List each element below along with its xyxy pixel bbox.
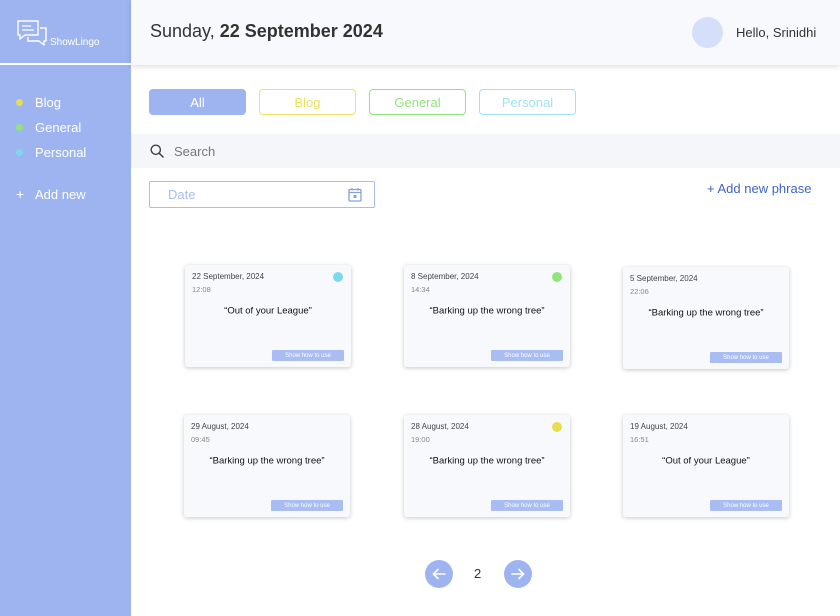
- logo[interactable]: ShowLingo: [0, 0, 131, 65]
- tab-blog[interactable]: Blog: [259, 89, 356, 115]
- date-field[interactable]: Date: [149, 181, 375, 208]
- card-phrase: “Barking up the wrong tree”: [648, 307, 764, 319]
- sidebar-add-new[interactable]: + Add new: [16, 186, 86, 202]
- card-phrase: “Out of your League”: [662, 455, 750, 467]
- show-how-to-use-button[interactable]: Show how to use: [271, 500, 343, 511]
- tag-dot-icon: [333, 272, 343, 282]
- add-new-label: Add new: [35, 186, 86, 202]
- show-how-to-use-button[interactable]: Show how to use: [491, 350, 563, 361]
- sidebar-item-label: General: [35, 119, 82, 135]
- current-page: 2: [474, 566, 482, 581]
- add-new-phrase-link[interactable]: + Add new phrase: [707, 181, 811, 196]
- arrow-left-icon: [432, 568, 446, 580]
- phrase-card[interactable]: 5 September, 2024 22:06 “Barking up the …: [623, 267, 789, 369]
- card-date: 29 August, 2024: [191, 422, 249, 431]
- tag-dot-icon: [552, 272, 562, 282]
- avatar[interactable]: [692, 17, 723, 48]
- sidebar-item-blog[interactable]: Blog: [16, 94, 61, 110]
- arrow-right-icon: [511, 568, 525, 580]
- search-icon: [150, 144, 164, 158]
- card-time: 12:08: [192, 285, 211, 294]
- app-name: ShowLingo: [50, 37, 100, 48]
- show-how-to-use-button[interactable]: Show how to use: [491, 500, 563, 511]
- card-time: 16:51: [630, 435, 649, 444]
- tab-general[interactable]: General: [369, 89, 466, 115]
- card-phrase: “Barking up the wrong tree”: [429, 455, 545, 467]
- phrase-card[interactable]: 29 August, 2024 09:45 “Barking up the wr…: [184, 415, 350, 517]
- search-input[interactable]: [174, 134, 814, 168]
- phrase-card[interactable]: 19 August, 2024 16:51 “Out of your Leagu…: [623, 415, 789, 517]
- tag-dot-icon: [552, 422, 562, 432]
- card-phrase: “Barking up the wrong tree”: [209, 455, 325, 467]
- page-title: Sunday, 22 September 2024: [150, 21, 383, 42]
- card-date: 19 August, 2024: [630, 422, 688, 431]
- phrase-card[interactable]: 22 September, 2024 12:08 “Out of your Le…: [185, 265, 351, 367]
- card-phrase: “Out of your League”: [224, 305, 312, 317]
- chat-bubbles-icon: [17, 20, 47, 46]
- sidebar-item-label: Personal: [35, 144, 87, 160]
- sidebar-item-personal[interactable]: Personal: [16, 144, 86, 160]
- header: Sunday, 22 September 2024 Hello, Srinidh…: [131, 0, 840, 65]
- next-page-button[interactable]: [504, 560, 532, 588]
- sidebar-item-general[interactable]: General: [16, 119, 81, 135]
- show-how-to-use-button[interactable]: Show how to use: [272, 350, 344, 361]
- card-date: 5 September, 2024: [630, 274, 698, 283]
- card-time: 09:45: [191, 435, 210, 444]
- personal-dot-icon: [16, 148, 23, 156]
- card-time: 22:06: [630, 287, 649, 296]
- date-label: Date: [168, 187, 196, 202]
- show-how-to-use-button[interactable]: Show how to use: [710, 500, 782, 511]
- card-date: 22 September, 2024: [192, 272, 265, 281]
- search-bar: [131, 134, 840, 168]
- greeting: Hello, Srinidhi: [736, 25, 817, 40]
- header-date: 22 September 2024: [219, 21, 383, 41]
- card-time: 19:00: [411, 435, 430, 444]
- calendar-icon[interactable]: [348, 187, 362, 202]
- card-time: 14:34: [411, 285, 430, 294]
- card-date: 8 September, 2024: [411, 272, 479, 281]
- card-date: 28 August, 2024: [411, 422, 469, 431]
- prev-page-button[interactable]: [425, 560, 453, 588]
- phrase-card[interactable]: 8 September, 2024 14:34 “Barking up the …: [404, 265, 570, 367]
- card-phrase: “Barking up the wrong tree”: [429, 305, 545, 317]
- phrase-card[interactable]: 28 August, 2024 19:00 “Barking up the wr…: [404, 415, 570, 517]
- sidebar-item-label: Blog: [35, 94, 62, 110]
- plus-icon: +: [16, 186, 25, 202]
- header-day: Sunday,: [150, 21, 215, 41]
- blog-dot-icon: [16, 98, 23, 106]
- tab-all[interactable]: All: [149, 89, 246, 115]
- show-how-to-use-button[interactable]: Show how to use: [710, 352, 782, 363]
- tab-personal[interactable]: Personal: [479, 89, 576, 115]
- general-dot-icon: [16, 123, 23, 131]
- sidebar: ShowLingo Blog General Personal + Add ne…: [0, 0, 131, 616]
